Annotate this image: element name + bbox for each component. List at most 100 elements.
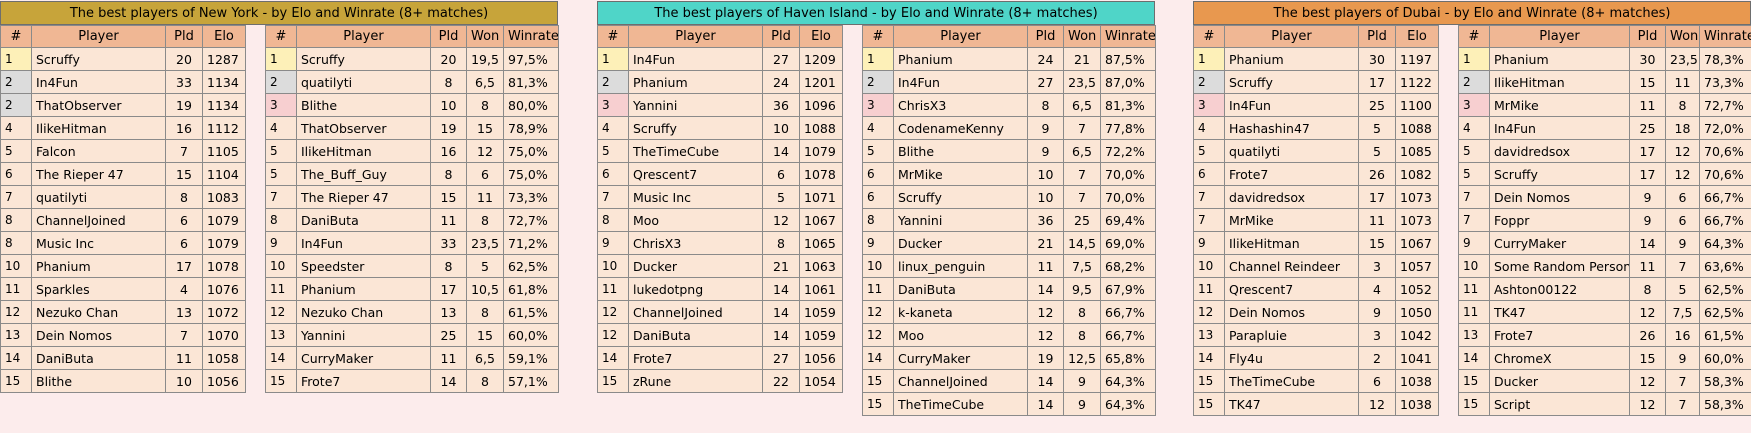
played-cell: 11 bbox=[430, 208, 467, 232]
winrate-cell: 67,9% bbox=[1100, 277, 1156, 301]
table-row: 7 davidredsox 17 1073 bbox=[1193, 185, 1439, 209]
table-row: 4 ThatObserver 19 15 78,9% bbox=[265, 116, 559, 140]
played-cell: 15 bbox=[1629, 346, 1666, 370]
player-cell: Script bbox=[1489, 392, 1630, 416]
elo-cell: 1050 bbox=[1395, 300, 1439, 324]
won-header: Won bbox=[1063, 25, 1101, 48]
table-row: 9 Ducker 21 14,5 69,0% bbox=[862, 231, 1156, 255]
rank-cell: 8 bbox=[0, 208, 32, 232]
player-cell: CurryMaker bbox=[296, 346, 431, 370]
rank-cell: 11 bbox=[862, 277, 894, 301]
rank-cell: 12 bbox=[597, 323, 629, 347]
won-cell: 6 bbox=[1665, 185, 1700, 209]
won-cell: 7,5 bbox=[1665, 300, 1700, 324]
winrate-cell: 75,0% bbox=[503, 162, 559, 186]
player-cell: ThatObserver bbox=[296, 116, 431, 140]
rank-cell: 14 bbox=[597, 346, 629, 370]
won-cell: 23,5 bbox=[1063, 70, 1101, 94]
played-cell: 6 bbox=[1358, 369, 1396, 393]
played-header: Pld bbox=[1358, 25, 1396, 48]
played-cell: 11 bbox=[1027, 254, 1064, 278]
played-cell: 2 bbox=[1358, 346, 1396, 370]
played-cell: 21 bbox=[762, 254, 800, 278]
won-cell: 6 bbox=[1665, 208, 1700, 232]
rank-cell: 11 bbox=[597, 277, 629, 301]
table-row: 5 Scruffy 17 12 70,6% bbox=[1458, 162, 1751, 186]
player-cell: Scruffy bbox=[893, 185, 1028, 209]
played-cell: 6 bbox=[165, 208, 203, 232]
rank-cell: 4 bbox=[862, 116, 894, 140]
player-cell: davidredsox bbox=[1489, 139, 1630, 163]
elo-cell: 1052 bbox=[1395, 277, 1439, 301]
winrate-cell: 65,8% bbox=[1100, 346, 1156, 370]
won-cell: 12,5 bbox=[1063, 346, 1101, 370]
player-cell: davidredsox bbox=[1224, 185, 1359, 209]
player-cell: TheTimeCube bbox=[628, 139, 763, 163]
elo-cell: 1096 bbox=[799, 93, 843, 117]
elo-cell: 1078 bbox=[202, 254, 246, 278]
winrate-cell: 61,8% bbox=[503, 277, 559, 301]
elo-cell: 1070 bbox=[202, 323, 246, 347]
player-cell: Blithe bbox=[31, 369, 166, 393]
elo-cell: 1085 bbox=[1395, 139, 1439, 163]
player-cell: linux_penguin bbox=[893, 254, 1028, 278]
table-row: 7 MrMike 11 1073 bbox=[1193, 208, 1439, 232]
rank-cell: 7 bbox=[1193, 185, 1225, 209]
table-row: 10 Phanium 17 1078 bbox=[0, 254, 246, 278]
rank-cell: 7 bbox=[1458, 185, 1490, 209]
elo-header: Elo bbox=[799, 25, 843, 48]
table-row: 15 TK47 12 1038 bbox=[1193, 392, 1439, 416]
table-row: 5 davidredsox 17 12 70,6% bbox=[1458, 139, 1751, 163]
played-cell: 22 bbox=[762, 369, 800, 393]
player-cell: Ducker bbox=[893, 231, 1028, 255]
section-title: The best players of New York - by Elo an… bbox=[0, 1, 558, 25]
winrate-cell: 75,0% bbox=[503, 139, 559, 163]
player-cell: lukedotpng bbox=[628, 277, 763, 301]
elo-cell: 1073 bbox=[1395, 208, 1439, 232]
winrate-cell: 78,9% bbox=[503, 116, 559, 140]
rank-cell: 3 bbox=[862, 93, 894, 117]
played-cell: 4 bbox=[165, 277, 203, 301]
winrate-cell: 97,5% bbox=[503, 47, 559, 71]
player-cell: quatilyti bbox=[296, 70, 431, 94]
rank-cell: 5 bbox=[265, 139, 297, 163]
won-cell: 23,5 bbox=[1665, 47, 1700, 71]
player-cell: ChannelJoined bbox=[893, 369, 1028, 393]
rank-cell: 5 bbox=[1193, 139, 1225, 163]
rank-cell: 4 bbox=[1193, 116, 1225, 140]
table-row: 11 Ashton00122 8 5 62,5% bbox=[1458, 277, 1751, 301]
player-cell: DaniButa bbox=[628, 323, 763, 347]
rank-cell: 13 bbox=[0, 323, 32, 347]
rank-cell: 5 bbox=[0, 139, 32, 163]
played-cell: 6 bbox=[762, 162, 800, 186]
played-cell: 24 bbox=[1027, 47, 1064, 71]
played-cell: 25 bbox=[430, 323, 467, 347]
section-title: The best players of Haven Island - by El… bbox=[597, 1, 1155, 25]
rank-cell: 15 bbox=[597, 369, 629, 393]
elo-cell: 1065 bbox=[799, 231, 843, 255]
player-cell: Qrescent7 bbox=[628, 162, 763, 186]
table-row: 13 Yannini 25 15 60,0% bbox=[265, 323, 559, 347]
table-row: 7 Dein Nomos 9 6 66,7% bbox=[1458, 185, 1751, 209]
table-row: 7 quatilyti 8 1083 bbox=[0, 185, 246, 209]
won-cell: 7 bbox=[1063, 162, 1101, 186]
won-cell: 25 bbox=[1063, 208, 1101, 232]
winrate-header: Winrate bbox=[1699, 25, 1751, 48]
table-row: 12 Nezuko Chan 13 1072 bbox=[0, 300, 246, 324]
player-cell: DaniButa bbox=[31, 346, 166, 370]
rank-cell: 8 bbox=[265, 208, 297, 232]
elo-cell: 1063 bbox=[799, 254, 843, 278]
table-row: 11 Phanium 17 10,5 61,8% bbox=[265, 277, 559, 301]
played-cell: 17 bbox=[1358, 70, 1396, 94]
played-header: Pld bbox=[1629, 25, 1666, 48]
played-cell: 7 bbox=[165, 139, 203, 163]
won-cell: 23,5 bbox=[466, 231, 504, 255]
played-cell: 12 bbox=[1629, 392, 1666, 416]
won-cell: 12 bbox=[1665, 139, 1700, 163]
played-cell: 27 bbox=[1027, 70, 1064, 94]
rank-cell: 6 bbox=[597, 162, 629, 186]
rank-cell: 12 bbox=[597, 300, 629, 324]
won-cell: 6,5 bbox=[1063, 139, 1101, 163]
elo-cell: 1122 bbox=[1395, 70, 1439, 94]
player-cell: The Rieper 47 bbox=[31, 162, 166, 186]
